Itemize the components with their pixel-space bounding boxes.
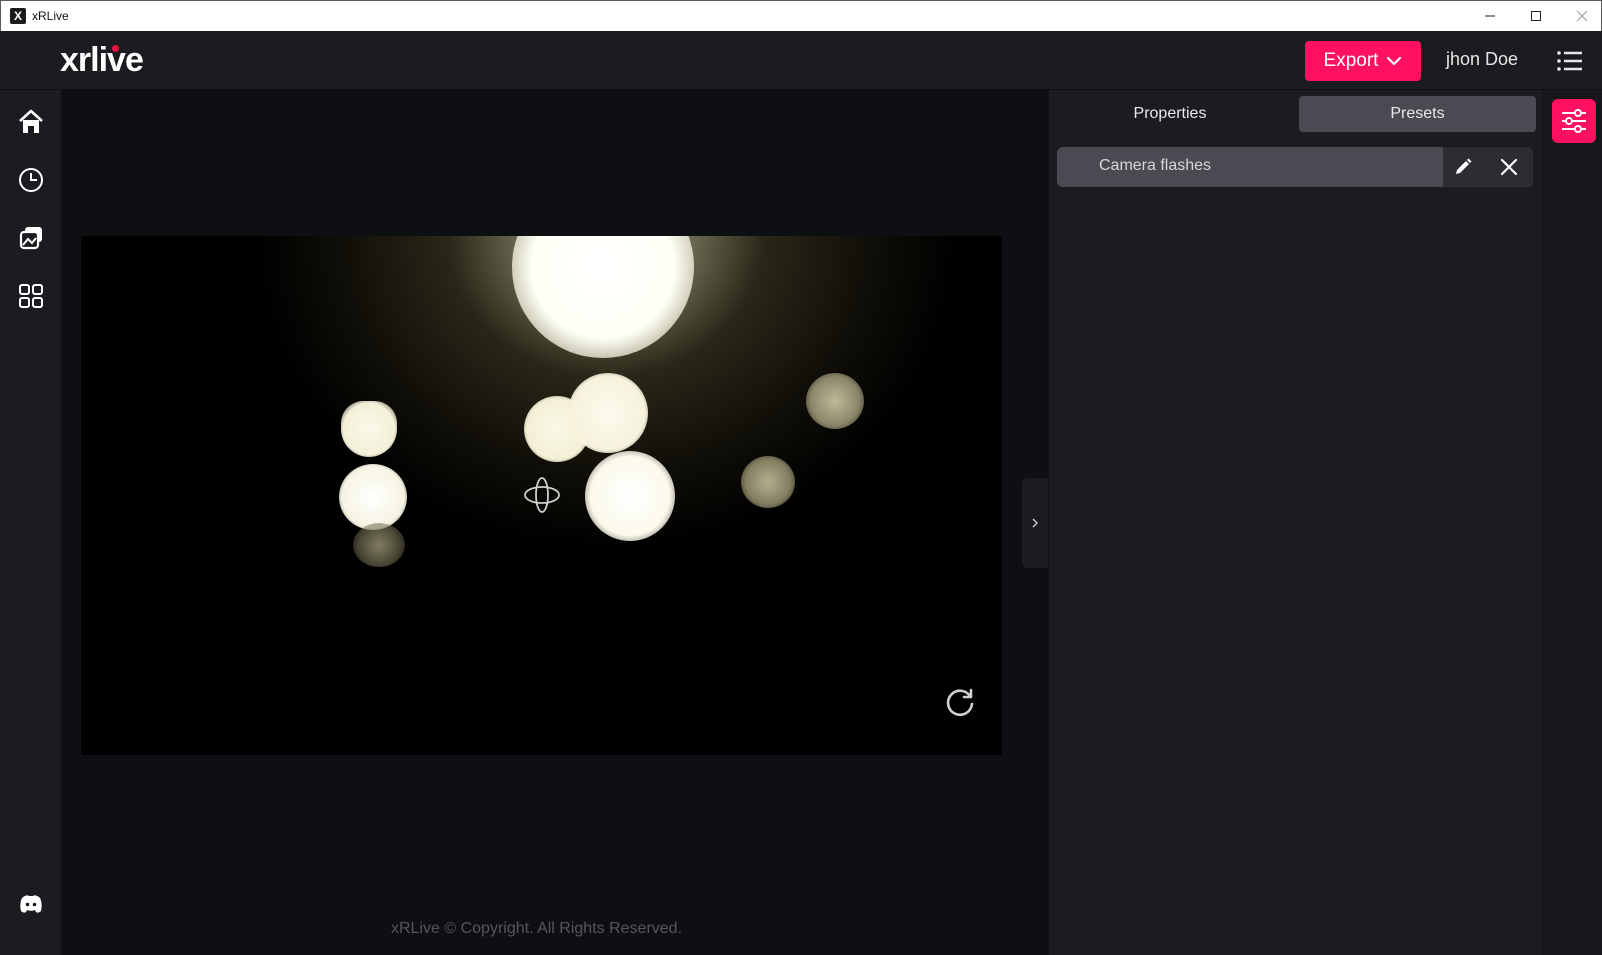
light-orb [512,236,694,358]
panel-collapse-tab[interactable] [1022,478,1048,568]
chevron-right-icon [1032,518,1038,528]
bokeh-orb [341,401,397,457]
bokeh-orb [806,373,864,429]
sliders-icon [1562,109,1586,133]
right-rail [1542,90,1602,955]
left-sidebar [0,90,61,955]
logo-text: xrlive [60,41,144,79]
tab-properties[interactable]: Properties [1048,96,1292,132]
bokeh-orb [585,451,675,541]
preview-viewport[interactable] [81,236,1002,755]
window-title: xRLive [32,9,69,23]
preset-item[interactable]: Camera flashes [1057,147,1533,187]
hamburger-menu-icon[interactable] [1556,49,1584,73]
app-icon: X [10,8,26,24]
bokeh-orb [339,464,407,530]
minimize-button[interactable] [1467,1,1513,31]
clock-icon[interactable] [17,166,45,194]
preset-actions [1443,147,1533,187]
close-window-icon [1576,10,1588,22]
window-titlebar: X xRLive [0,0,1602,31]
bokeh-orb [353,523,405,567]
discord-icon[interactable] [17,890,45,918]
tab-presets[interactable]: Presets [1299,96,1536,132]
bokeh-orb [568,373,648,453]
grid-icon[interactable] [17,282,45,310]
refresh-icon[interactable] [943,686,977,720]
maximize-button[interactable] [1513,1,1559,31]
close-icon[interactable] [1499,157,1519,177]
user-name[interactable]: jhon Doe [1446,49,1518,70]
filters-button[interactable] [1552,99,1596,143]
move-gizmo-icon[interactable] [522,475,562,515]
edit-icon[interactable] [1453,157,1473,177]
bokeh-orb [741,456,795,508]
chevron-down-icon [1387,56,1402,66]
right-panel [1048,90,1542,955]
close-window-button[interactable] [1559,1,1602,31]
maximize-icon [1531,11,1541,21]
export-button[interactable]: Export [1305,41,1421,81]
gallery-icon[interactable] [17,224,45,252]
app-header: xrlive Export jhon Doe [0,31,1602,90]
export-label: Export [1323,50,1379,71]
home-icon[interactable] [17,108,45,136]
minimize-icon [1485,15,1495,17]
logo-dot [112,45,119,52]
copyright-footer: xRLive © Copyright. All Rights Reserved. [391,920,683,937]
app-logo[interactable]: xrlive [60,41,144,80]
preset-name: Camera flashes [1099,157,1212,174]
main-canvas-area: xRLive © Copyright. All Rights Reserved. [61,90,1048,955]
